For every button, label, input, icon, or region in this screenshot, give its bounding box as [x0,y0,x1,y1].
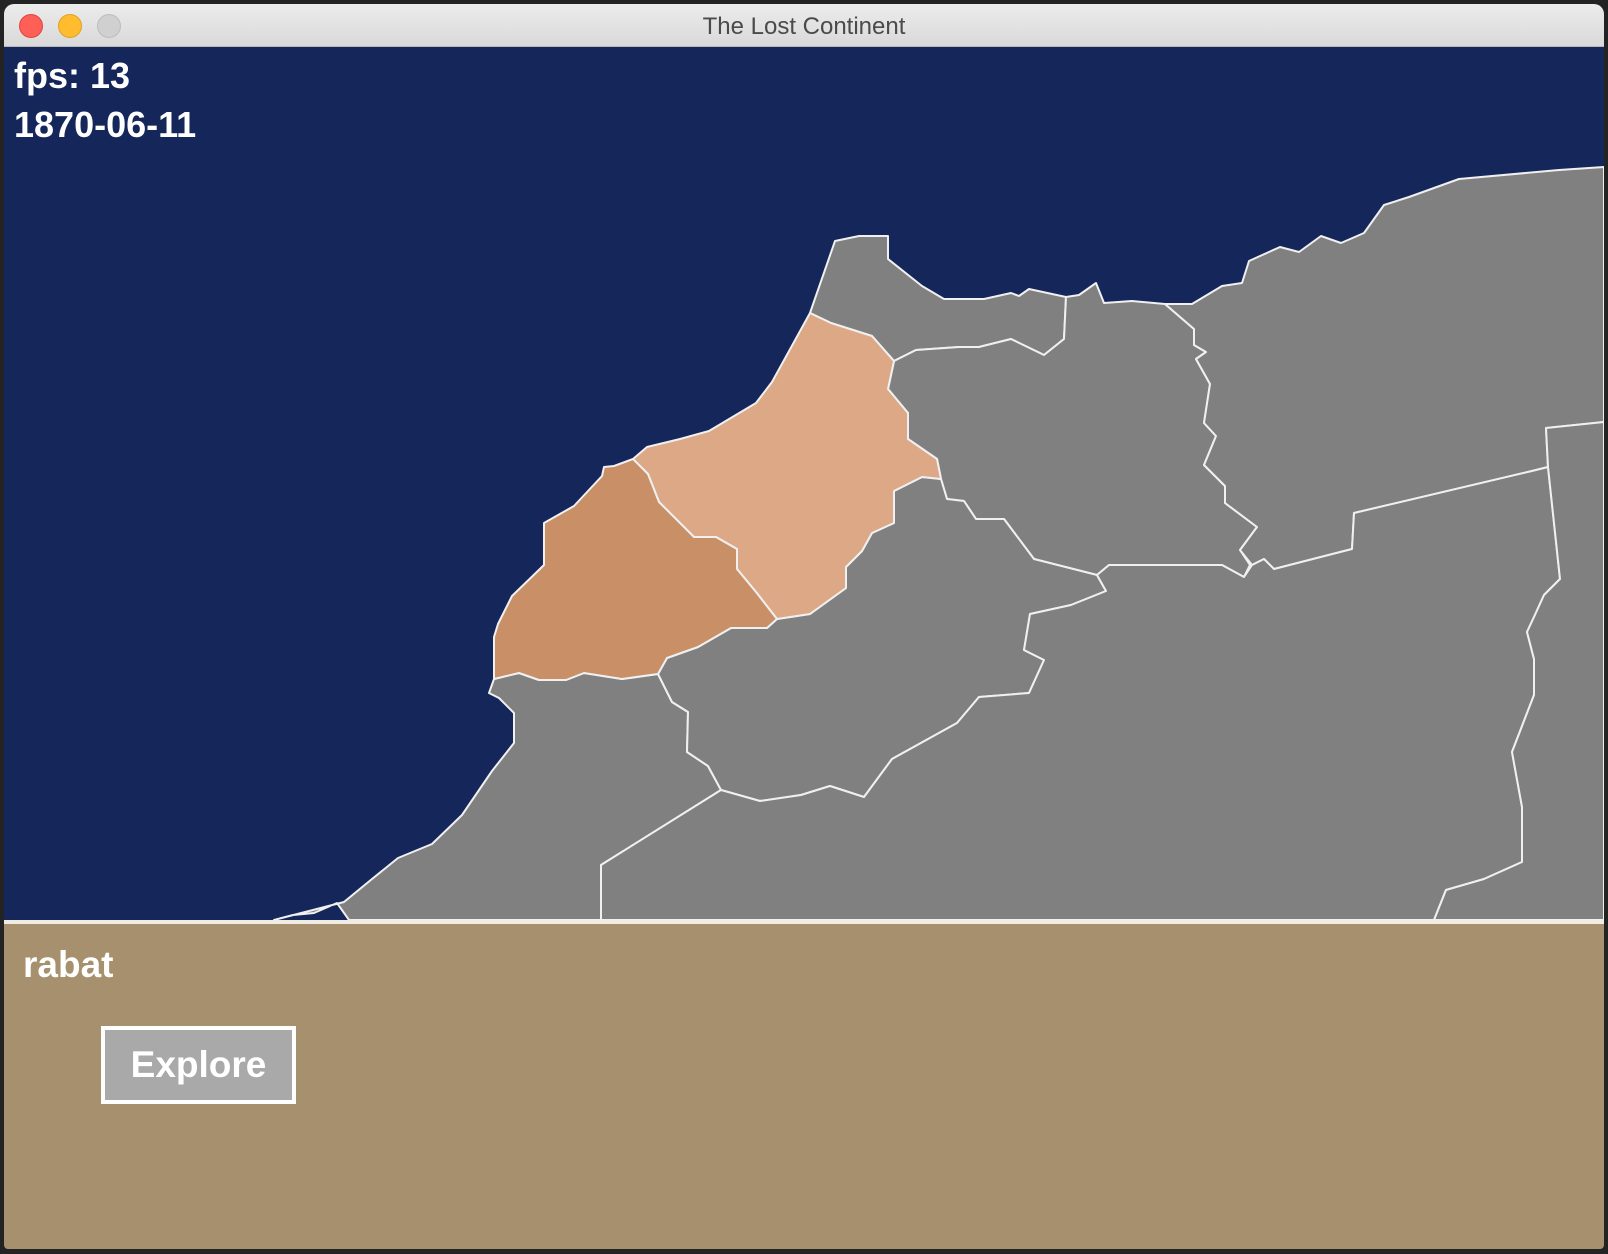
map-svg[interactable] [4,47,1604,920]
fps-counter: fps: 13 [14,55,131,96]
selected-region-name: rabat [23,944,114,985]
game-window: The Lost Continent fps: 13 1870-06-11 ra… [4,4,1604,1249]
explore-button[interactable]: Explore [101,1026,296,1104]
window-title: The Lost Continent [702,13,906,40]
map-view[interactable]: fps: 13 1870-06-11 [4,47,1604,920]
info-panel: rabat Explore [4,920,1604,1249]
game-date: 1870-06-11 [14,104,197,145]
title-bar[interactable]: The Lost Continent [4,4,1604,47]
